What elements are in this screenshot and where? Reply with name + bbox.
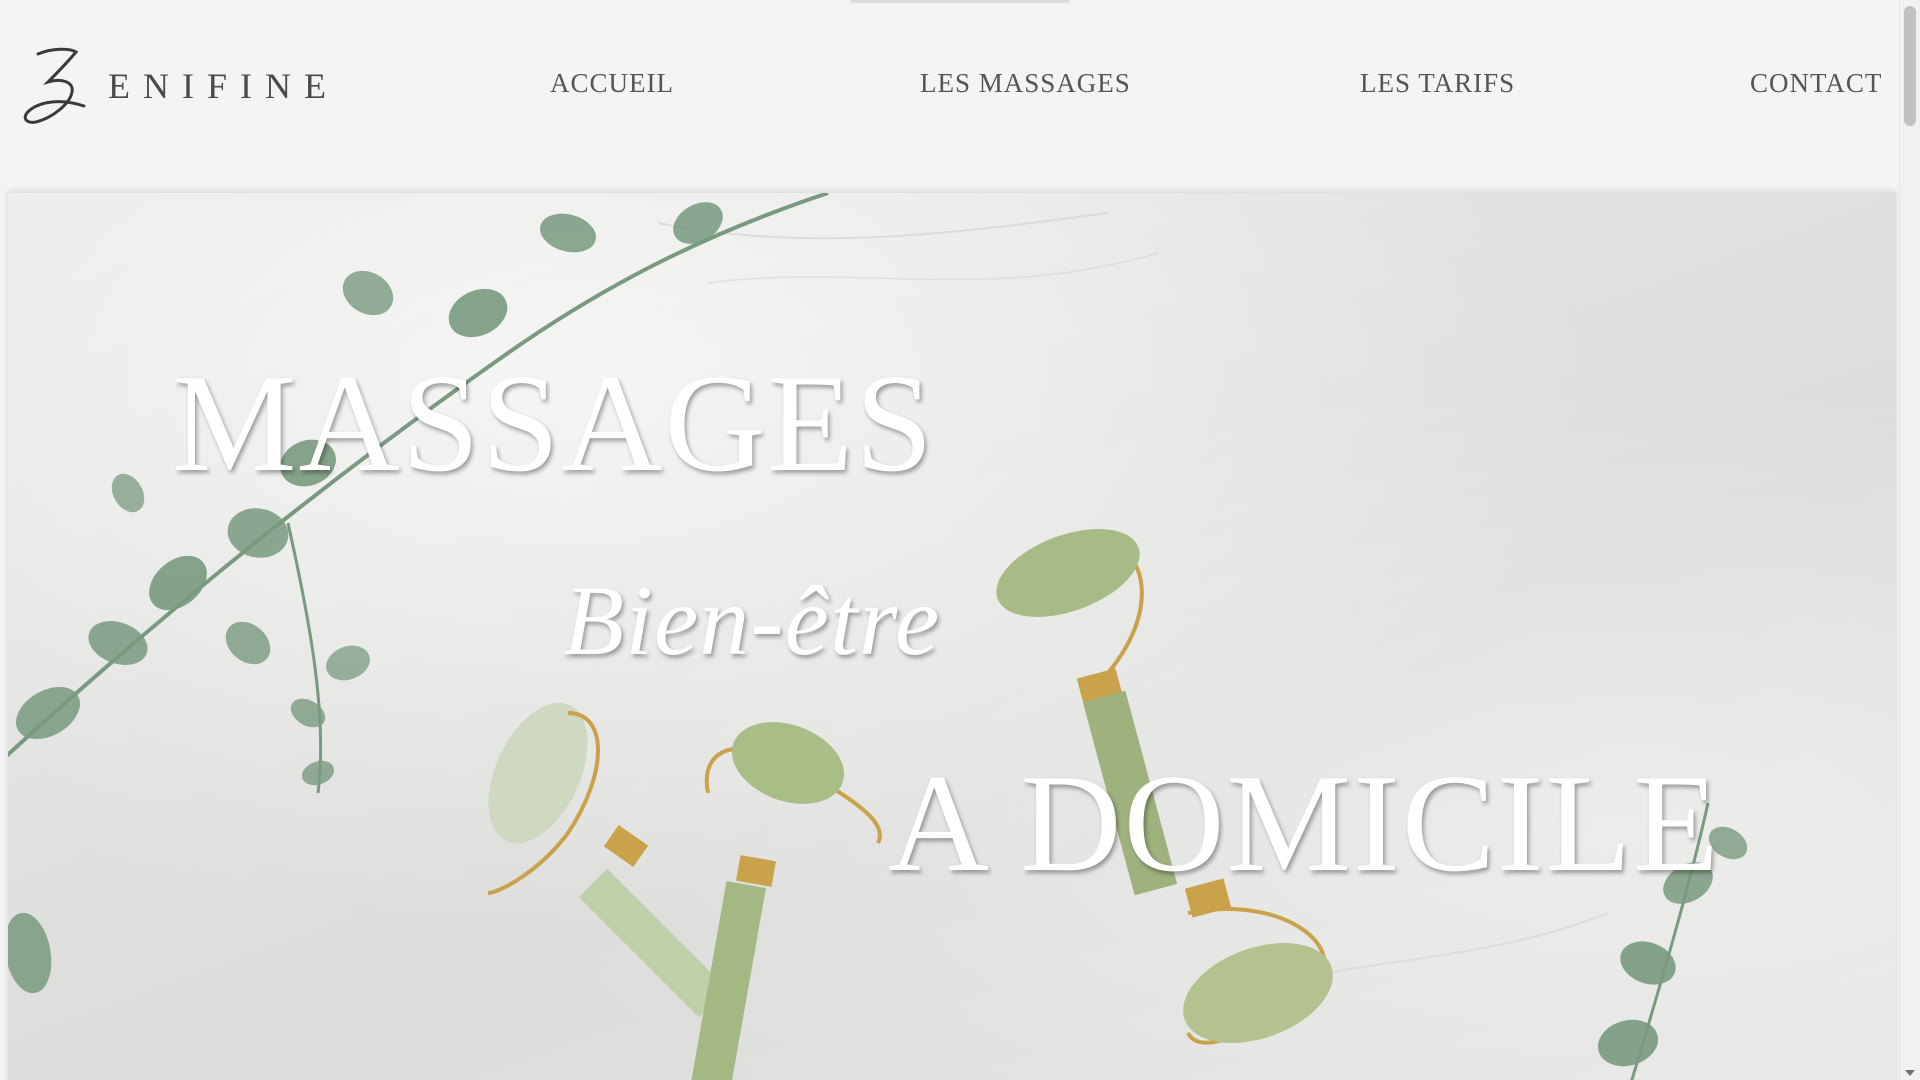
chevron-down-icon[interactable] bbox=[1905, 1070, 1915, 1076]
page-scrollbar[interactable] bbox=[1899, 0, 1920, 1080]
scroll-thumb[interactable] bbox=[1904, 6, 1916, 126]
jade-roller-middle bbox=[690, 722, 882, 1080]
hero-title-massages: MASSAGES bbox=[172, 346, 935, 501]
page: ENIFINE ACCUEIL LES MASSAGES LES TARIFS … bbox=[0, 0, 1920, 1080]
hero-banner: MASSAGES Bien-être A DOMICILE bbox=[8, 193, 1896, 1080]
hero-image bbox=[8, 193, 1748, 1080]
hero-title-a-domicile: A DOMICILE bbox=[888, 746, 1721, 901]
site-header: ENIFINE ACCUEIL LES MASSAGES LES TARIFS … bbox=[0, 0, 1900, 190]
nav-accueil[interactable]: ACCUEIL bbox=[550, 68, 674, 99]
hero-subtitle-bien-etre: Bien-être bbox=[563, 565, 941, 676]
nav-les-massages[interactable]: LES MASSAGES bbox=[920, 68, 1131, 99]
nav-les-tarifs[interactable]: LES TARIFS bbox=[1360, 68, 1515, 99]
main-nav: ACCUEIL LES MASSAGES LES TARIFS CONTACT bbox=[0, 68, 1900, 108]
jade-roller-left bbox=[487, 702, 728, 1018]
nav-contact[interactable]: CONTACT bbox=[1750, 68, 1882, 99]
